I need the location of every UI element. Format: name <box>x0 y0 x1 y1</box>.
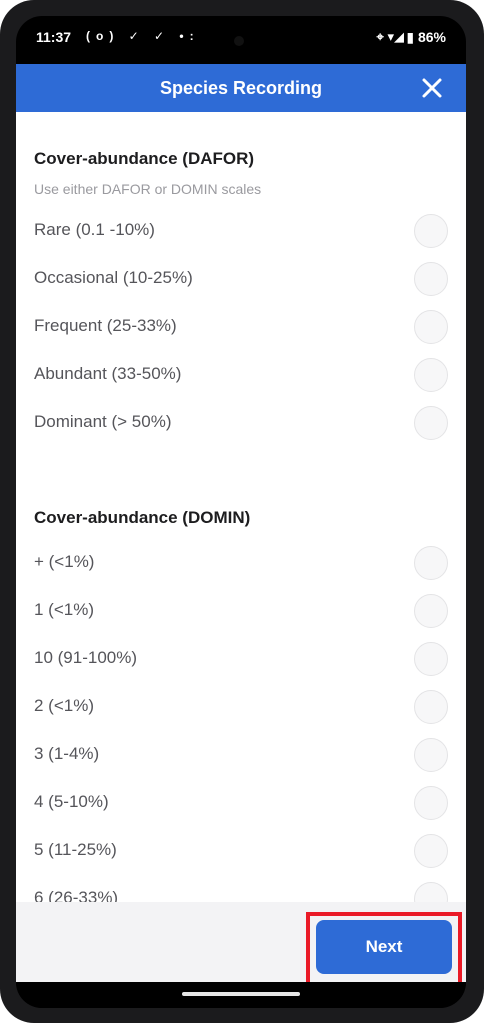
option-domin-10[interactable]: 10 (91-100%) <box>16 636 466 684</box>
option-dafor-dominant[interactable]: Dominant (> 50%) <box>16 400 466 448</box>
option-label: Occasional (10-25%) <box>34 268 193 287</box>
option-label: 3 (1-4%) <box>34 744 100 763</box>
close-icon <box>422 78 442 98</box>
status-time: 11:37 <box>36 29 72 45</box>
camera-cutout <box>234 36 244 46</box>
option-dafor-occasional[interactable]: Occasional (10-25%) <box>16 256 466 304</box>
option-domin-plus[interactable]: + (<1%) <box>16 540 466 588</box>
option-label: 10 (91-100%) <box>34 648 138 667</box>
radio-button[interactable] <box>414 834 448 868</box>
close-button[interactable] <box>418 74 446 102</box>
notification-icons: (o) ✓ ✓ •: <box>86 29 200 43</box>
radio-button[interactable] <box>414 882 448 902</box>
dafor-section-subtitle: Use either DAFOR or DOMIN scales <box>34 181 262 197</box>
option-domin-3[interactable]: 3 (1-4%) <box>16 732 466 780</box>
option-label: Dominant (> 50%) <box>34 412 172 431</box>
form-content[interactable]: Cover-abundance (DAFOR) Use either DAFOR… <box>16 112 466 902</box>
radio-button[interactable] <box>414 546 448 580</box>
option-label: + (<1%) <box>34 552 95 571</box>
battery-level: 86% <box>417 29 446 45</box>
option-domin-4[interactable]: 4 (5-10%) <box>16 780 466 828</box>
battery-indicator: ▮ 86% <box>406 29 446 45</box>
option-dafor-abundant[interactable]: Abundant (33-50%) <box>16 352 466 400</box>
screen: 11:37 (o) ✓ ✓ •: ⌖ ▾◢ ▮ 86% Species Reco… <box>16 16 466 1008</box>
radio-button[interactable] <box>414 310 448 344</box>
option-label: 2 (<1%) <box>34 696 94 715</box>
navigation-bar <box>16 982 466 1008</box>
option-label: 1 (<1%) <box>34 600 94 619</box>
status-bar: 11:37 (o) ✓ ✓ •: ⌖ ▾◢ ▮ 86% <box>16 16 466 64</box>
option-dafor-frequent[interactable]: Frequent (25-33%) <box>16 304 466 352</box>
footer-bar: Next <box>16 902 466 986</box>
radio-button[interactable] <box>414 214 448 248</box>
radio-button[interactable] <box>414 262 448 296</box>
option-label: 6 (26-33%) <box>34 888 119 902</box>
radio-button[interactable] <box>414 594 448 628</box>
home-gesture-handle[interactable] <box>182 992 300 996</box>
radio-button[interactable] <box>414 786 448 820</box>
radio-button[interactable] <box>414 406 448 440</box>
option-dafor-rare[interactable]: Rare (0.1 -10%) <box>16 208 466 256</box>
domin-section-title: Cover-abundance (DOMIN) <box>34 508 251 527</box>
option-label: 4 (5-10%) <box>34 792 109 811</box>
option-domin-6[interactable]: 6 (26-33%) <box>16 876 466 902</box>
radio-button[interactable] <box>414 358 448 392</box>
next-button[interactable]: Next <box>316 920 452 974</box>
option-label: Frequent (25-33%) <box>34 316 177 335</box>
dafor-section-title: Cover-abundance (DAFOR) <box>34 149 255 168</box>
option-domin-5[interactable]: 5 (11-25%) <box>16 828 466 876</box>
device-frame: 11:37 (o) ✓ ✓ •: ⌖ ▾◢ ▮ 86% Species Reco… <box>0 0 484 1023</box>
signal-icons: ⌖ ▾◢ <box>376 29 404 44</box>
radio-button[interactable] <box>414 642 448 676</box>
page-title: Species Recording <box>159 78 323 98</box>
app-header: Species Recording <box>16 64 466 112</box>
radio-button[interactable] <box>414 738 448 772</box>
option-label: 5 (11-25%) <box>34 840 117 859</box>
option-label: Rare (0.1 -10%) <box>34 220 155 239</box>
option-domin-2[interactable]: 2 (<1%) <box>16 684 466 732</box>
option-domin-1[interactable]: 1 (<1%) <box>16 588 466 636</box>
radio-button[interactable] <box>414 690 448 724</box>
option-label: Abundant (33-50%) <box>34 364 182 383</box>
